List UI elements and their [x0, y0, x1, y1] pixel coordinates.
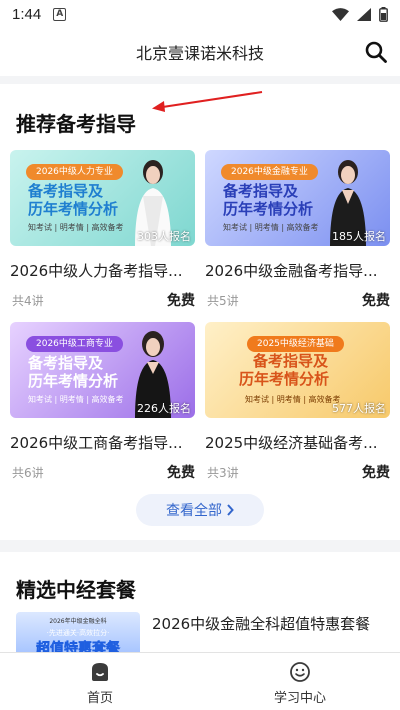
notification-icon: A: [53, 7, 67, 21]
enroll-count: 577人报名: [332, 402, 386, 415]
course-headline-2: 历年考情分析: [239, 370, 330, 388]
course-badge: 2026中级人力专业: [26, 164, 123, 180]
package-name[interactable]: 2026中级金融全科超值特惠套餐: [152, 613, 370, 634]
status-time: 1:44: [12, 5, 42, 23]
package-thumb-mid: ·先进通关·高效拉分·: [46, 629, 110, 637]
course-badge: 2025中级经济基础: [247, 336, 344, 352]
battery-icon: [379, 6, 388, 22]
enroll-count: 185人报名: [332, 230, 386, 243]
course-badge: 2026中级金融专业: [221, 164, 318, 180]
wifi-icon: [332, 7, 349, 21]
view-all-button[interactable]: 查看全部: [136, 494, 264, 526]
package-thumb-top: 2026年中级金融全科: [49, 618, 107, 625]
package-thumb-big: 超值特惠套餐: [36, 641, 121, 652]
course-name: 2026中级金融备考指导...: [205, 262, 378, 280]
tab-study-label: 学习中心: [273, 691, 326, 706]
course-thumbnail: 2026中级金融专业 备考指导及 历年考情分析 知考试 | 明考情 | 高效备考…: [205, 150, 390, 246]
page-title: 北京壹课诺米科技: [135, 44, 264, 63]
course-tags: 知考试 | 明考情 | 高效备考: [245, 395, 341, 404]
course-price: 免费: [167, 293, 195, 309]
lesson-count: 共6讲: [12, 466, 44, 480]
course-tags: 知考试 | 明考情 | 高效备考: [28, 395, 124, 404]
course-thumbnail: 2025中级经济基础 备考指导及 历年考情分析 知考试 | 明考情 | 高效备考…: [205, 322, 390, 418]
course-headline-2: 历年考情分析: [28, 372, 119, 390]
home-icon: [92, 663, 108, 681]
course-thumbnail: 2026中级人力专业 备考指导及 历年考情分析 知考试 | 明考情 | 高效备考…: [10, 150, 195, 246]
course-tags: 知考试 | 明考情 | 高效备考: [28, 223, 124, 232]
lesson-count: 共3讲: [207, 466, 239, 480]
app-header: 北京壹课诺米科技: [0, 28, 400, 76]
course-name: 2026中级工商备考指导...: [10, 434, 183, 452]
course-headline-2: 历年考情分析: [28, 200, 119, 218]
annotation-arrow: [152, 91, 263, 112]
course-headline-1: 备考指导及: [28, 354, 104, 372]
package-thumbnail[interactable]: 2026年中级金融全科 ·先进通关·高效拉分· 超值特惠套餐: [16, 612, 140, 652]
view-all-label: 查看全部: [166, 503, 222, 519]
course-tags: 知考试 | 明考情 | 高效备考: [223, 223, 319, 232]
enroll-count: 226人报名: [137, 402, 191, 415]
chevron-right-icon: [227, 504, 234, 516]
course-headline-1: 备考指导及: [223, 182, 299, 200]
course-price: 免费: [362, 465, 390, 481]
enroll-count: 303人报名: [137, 230, 191, 243]
packages-section: 精选中经套餐 2026年中级金融全科 ·先进通关·高效拉分· 超值特惠套餐 20…: [0, 552, 400, 652]
section-title-recommended: 推荐备考指导: [16, 112, 136, 136]
tab-home[interactable]: 首页: [0, 653, 200, 710]
tab-home-label: 首页: [86, 691, 113, 706]
lesson-count: 共4讲: [12, 294, 44, 308]
lesson-count: 共5讲: [207, 294, 239, 308]
course-headline-1: 备考指导及: [28, 182, 104, 200]
status-bar: 1:44 A: [0, 0, 400, 28]
smile-icon: [290, 662, 310, 682]
course-price: 免费: [362, 293, 390, 309]
course-headline-1: 备考指导及: [253, 352, 329, 370]
course-name: 2025中级经济基础备考...: [205, 434, 378, 452]
tab-study-center[interactable]: 学习中心: [200, 653, 400, 710]
course-badge: 2026中级工商专业: [26, 336, 123, 352]
status-icons: [332, 6, 388, 22]
signal-icon: [357, 7, 371, 21]
course-thumbnail: 2026中级工商专业 备考指导及 历年考情分析 知考试 | 明考情 | 高效备考…: [10, 322, 195, 418]
search-icon[interactable]: [364, 40, 388, 64]
section-title-packages: 精选中经套餐: [16, 578, 136, 602]
recommended-section: 推荐备考指导 2026中级人力专业 备考指导及 历年考情分析 知考试 | 明考情…: [0, 84, 400, 540]
course-headline-2: 历年考情分析: [223, 200, 314, 218]
course-name: 2026中级人力备考指导...: [10, 262, 183, 280]
course-price: 免费: [167, 465, 195, 481]
bottom-tab-bar: 首页 学习中心: [0, 652, 400, 710]
